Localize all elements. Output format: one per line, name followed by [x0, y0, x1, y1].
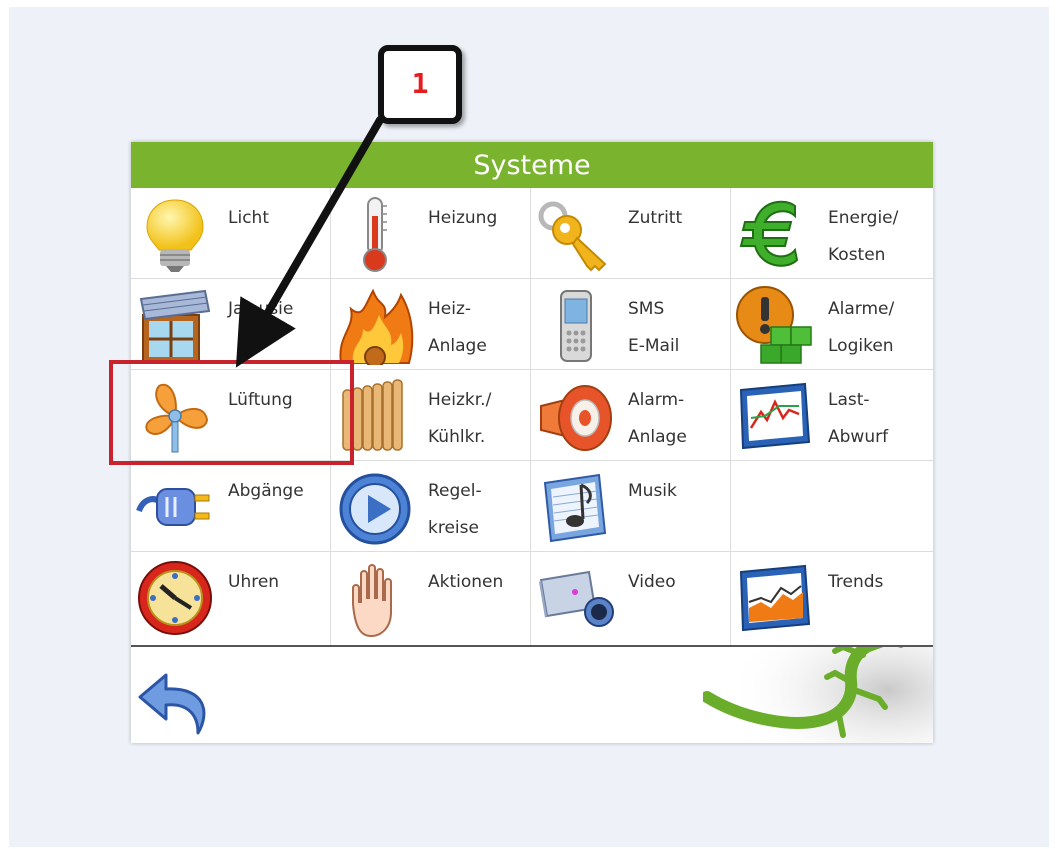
warning-cubes-icon	[735, 285, 815, 365]
step-number-badge: 1	[378, 45, 462, 124]
clock-icon	[135, 558, 215, 638]
tile-licht[interactable]: Licht	[131, 188, 331, 279]
tile-jalousie[interactable]: Jalousie	[131, 279, 331, 370]
tile-label: Uhren	[228, 572, 280, 592]
tile-empty	[731, 461, 933, 552]
tile-regelkreise[interactable]: Regel-kreise	[331, 461, 531, 552]
chart-monitor-icon	[735, 376, 815, 456]
tile-last-abwurf[interactable]: Last- Abwurf	[731, 370, 933, 461]
power-plug-icon	[135, 467, 215, 547]
tile-alarm-anlage[interactable]: Alarm- Anlage	[531, 370, 731, 461]
tile-label: Heizkr./Kühlkr.	[428, 390, 492, 447]
tile-heiz-anlage[interactable]: Heiz- Anlage	[331, 279, 531, 370]
euro-icon	[735, 194, 815, 274]
tile-label: Alarm- Anlage	[628, 390, 687, 447]
tile-label: Trends	[828, 572, 884, 592]
page-title: Systeme	[131, 142, 933, 188]
tile-label: Last- Abwurf	[828, 390, 889, 447]
video-camera-icon	[535, 558, 615, 638]
music-note-icon	[535, 467, 615, 547]
hand-icon	[335, 558, 415, 638]
lightbulb-icon	[135, 194, 215, 274]
tile-label: Regel-kreise	[428, 481, 482, 538]
tile-alarme-logiken[interactable]: Alarme/Logiken	[731, 279, 933, 370]
tile-video[interactable]: Video	[531, 552, 731, 646]
tile-label: Heiz- Anlage	[428, 299, 487, 356]
tile-label: Energie/Kosten	[828, 208, 899, 265]
tile-label: Aktionen	[428, 572, 504, 592]
siren-horn-icon	[535, 376, 615, 456]
tile-aktionen[interactable]: Aktionen	[331, 552, 531, 646]
tile-musik[interactable]: Musik	[531, 461, 731, 552]
tile-trends[interactable]: Trends	[731, 552, 933, 646]
tile-heizung[interactable]: Heizung	[331, 188, 531, 279]
thermometer-icon	[335, 194, 415, 274]
back-arrow-icon	[138, 673, 206, 735]
tile-label: Heizung	[428, 208, 498, 228]
tile-label: Licht	[228, 208, 269, 228]
tile-abgaenge[interactable]: Abgänge	[131, 461, 331, 552]
tile-label: Zutritt	[628, 208, 683, 228]
mobile-phone-icon	[535, 285, 615, 365]
blinds-window-icon	[135, 285, 215, 365]
trend-chart-icon	[735, 558, 815, 638]
tile-label: Video	[628, 572, 676, 592]
tile-uhren[interactable]: Uhren	[131, 552, 331, 646]
tile-heizkr-kuehlkr[interactable]: Heizkr./Kühlkr.	[331, 370, 531, 461]
highlight-box	[109, 360, 354, 465]
tile-energie-kosten[interactable]: Energie/Kosten	[731, 188, 933, 279]
tile-label: Jalousie	[228, 299, 294, 319]
fire-icon	[335, 285, 415, 365]
tile-label: Abgänge	[228, 481, 304, 501]
tile-label: Alarme/Logiken	[828, 299, 895, 356]
key-icon	[535, 194, 615, 274]
back-button[interactable]	[136, 669, 216, 739]
tile-label: Musik	[628, 481, 677, 501]
tile-zutritt[interactable]: Zutritt	[531, 188, 731, 279]
play-circle-icon	[335, 467, 415, 547]
tile-label: SMS E-Mail	[628, 299, 680, 356]
tile-sms-email[interactable]: SMS E-Mail	[531, 279, 731, 370]
gecko-logo-icon	[701, 647, 933, 743]
footer-bar	[131, 647, 933, 743]
